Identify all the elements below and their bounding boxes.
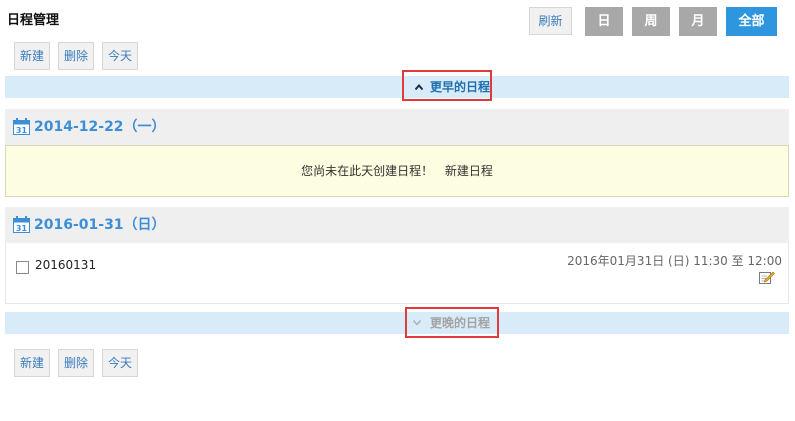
view-day-button[interactable]: 日 <box>585 7 623 36</box>
event-title[interactable]: 20160131 <box>35 258 96 272</box>
event-item: 20160131 2016年01月31日 (日) 11:30 至 12:00 <box>5 243 789 304</box>
day-date: 2016-01-31（日） <box>34 217 166 233</box>
today-button[interactable]: 今天 <box>102 349 138 377</box>
later-band: 更晚的日程 <box>5 312 789 334</box>
delete-button[interactable]: 删除 <box>58 349 94 377</box>
earlier-band: 更早的日程 <box>5 76 789 98</box>
highlight-box-later <box>405 307 499 338</box>
create-schedule-link[interactable]: 新建日程 <box>445 164 493 178</box>
delete-button[interactable]: 删除 <box>58 42 94 70</box>
page-title: 日程管理 <box>7 13 60 28</box>
svg-text:31: 31 <box>16 126 28 135</box>
svg-text:31: 31 <box>16 224 28 233</box>
refresh-button[interactable]: 刷新 <box>529 7 572 35</box>
day-header: 31 2014-12-22（一） <box>5 109 789 145</box>
view-all-button[interactable]: 全部 <box>726 7 777 36</box>
event-time: 2016年01月31日 (日) 11:30 至 12:00 <box>567 254 782 268</box>
empty-day-message: 您尚未在此天创建日程！ <box>301 164 434 178</box>
view-week-button[interactable]: 周 <box>632 7 670 36</box>
event-checkbox[interactable] <box>16 261 29 274</box>
new-button[interactable]: 新建 <box>14 349 50 377</box>
day-date: 2014-12-22（一） <box>34 119 166 135</box>
today-button[interactable]: 今天 <box>102 42 138 70</box>
day-header: 31 2016-01-31（日） <box>5 207 789 243</box>
calendar-icon: 31 <box>13 118 30 135</box>
edit-icon[interactable] <box>759 270 775 284</box>
new-button[interactable]: 新建 <box>14 42 50 70</box>
empty-day-notice: 您尚未在此天创建日程！ 新建日程 <box>5 145 789 197</box>
highlight-box-earlier <box>402 70 492 101</box>
calendar-icon: 31 <box>13 216 30 233</box>
view-month-button[interactable]: 月 <box>679 7 717 36</box>
